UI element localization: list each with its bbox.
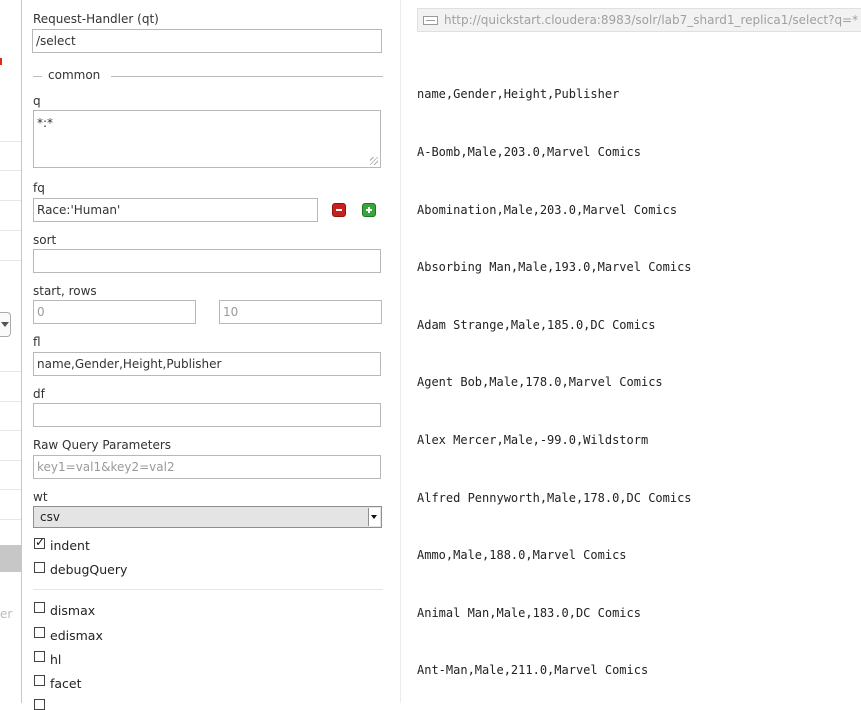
request-handler-label: Request-Handler (qt) [33, 12, 159, 26]
response-line: Agent Bob,Male,178.0,Marvel Comics [417, 375, 663, 390]
hl-checkbox[interactable] [34, 651, 45, 662]
hl-label: hl [50, 652, 62, 667]
fq-label: fq [33, 181, 45, 195]
wt-label: wt [33, 490, 48, 504]
indent-label: indent [50, 538, 90, 553]
sort-label: sort [33, 233, 57, 247]
results-pane: http://quickstart.cloudera:8983/solr/lab… [401, 0, 861, 703]
df-label: df [33, 387, 45, 401]
response-line: Alex Mercer,Male,-99.0,Wildstorm [417, 432, 649, 447]
response-line: A-Bomb,Male,203.0,Marvel Comics [417, 145, 641, 159]
fl-label: fl [33, 335, 41, 349]
fl-input[interactable]: name,Gender,Height,Publisher [33, 352, 381, 376]
request-handler-input[interactable]: /select [32, 29, 382, 53]
facet-label: facet [50, 676, 82, 691]
resize-grip-icon[interactable] [370, 157, 378, 165]
nav-item-active[interactable] [0, 545, 21, 572]
common-legend-text: common [48, 68, 101, 82]
add-fq-button[interactable] [362, 203, 376, 217]
start-rows-label: start, rows [33, 284, 97, 298]
nav-divider [0, 460, 21, 461]
df-input[interactable] [33, 403, 381, 427]
q-label: q [33, 94, 41, 108]
debugquery-label: debugQuery [50, 562, 128, 577]
nav-divider [0, 401, 21, 402]
nav-cut-label: er [0, 607, 13, 621]
link-icon [423, 16, 438, 25]
nav-divider [0, 170, 21, 171]
dismax-checkbox[interactable] [34, 602, 45, 613]
response-line: Ammo,Male,188.0,Marvel Comics [417, 548, 627, 563]
request-url-bar[interactable]: http://quickstart.cloudera:8983/solr/lab… [417, 8, 861, 32]
nav-alert-marker [0, 58, 2, 65]
wt-selected-value: csv [40, 510, 60, 524]
start-input[interactable]: 0 [33, 300, 196, 324]
debugquery-checkbox[interactable] [34, 562, 45, 573]
response-line: Ant-Man,Male,211.0,Marvel Comics [417, 663, 649, 678]
fq-input[interactable]: Race:'Human' [33, 198, 318, 222]
facet-checkbox[interactable] [34, 675, 45, 686]
nav-divider [0, 230, 21, 231]
edismax-label: edismax [50, 628, 103, 643]
request-url[interactable]: http://quickstart.cloudera:8983/solr/lab… [444, 13, 858, 27]
nav-divider [0, 260, 21, 261]
legend-rule [111, 76, 383, 77]
chevron-down-icon [1, 322, 9, 327]
indent-checkbox[interactable] [34, 535, 45, 549]
response-line: Animal Man,Male,183.0,DC Comics [417, 605, 641, 620]
nav-divider [0, 430, 21, 431]
q-value: *:* [37, 116, 54, 130]
response-line: Adam Strange,Male,185.0,DC Comics [417, 317, 656, 332]
raw-params-label: Raw Query Parameters [33, 438, 172, 452]
sort-input[interactable] [33, 249, 381, 273]
response-line: Abomination,Male,203.0,Marvel Comics [417, 202, 678, 217]
q-textarea[interactable]: *:* [33, 110, 381, 168]
dismax-label: dismax [50, 603, 96, 618]
common-fieldset-legend: common [33, 68, 383, 84]
response-body: name,Gender,Height,Publisher A-Bomb,Male… [417, 47, 692, 703]
query-form: Request-Handler (qt) /select common q *:… [22, 0, 400, 710]
core-selector[interactable] [0, 312, 11, 337]
nav-divider [0, 519, 21, 520]
response-line: Alfred Pennyworth,Male,178.0,DC Comics [417, 490, 692, 505]
nav-divider [0, 371, 21, 372]
rows-input[interactable]: 10 [219, 300, 382, 324]
response-line: Absorbing Man,Male,193.0,Marvel Comics [417, 260, 692, 275]
chevron-down-icon [368, 508, 380, 526]
response-line: name,Gender,Height,Publisher [417, 87, 620, 102]
edismax-checkbox[interactable] [34, 627, 45, 638]
nav-divider [0, 489, 21, 490]
wt-select[interactable]: csv [33, 506, 382, 528]
nav-divider [0, 141, 21, 142]
section-divider [33, 589, 383, 590]
raw-params-input[interactable]: key1=val1&key2=val2 [33, 455, 381, 479]
legend-rule [33, 76, 42, 77]
remove-fq-button[interactable] [332, 203, 346, 217]
left-nav: er [0, 0, 22, 703]
more-checkbox[interactable] [34, 699, 45, 710]
nav-divider [0, 200, 21, 201]
